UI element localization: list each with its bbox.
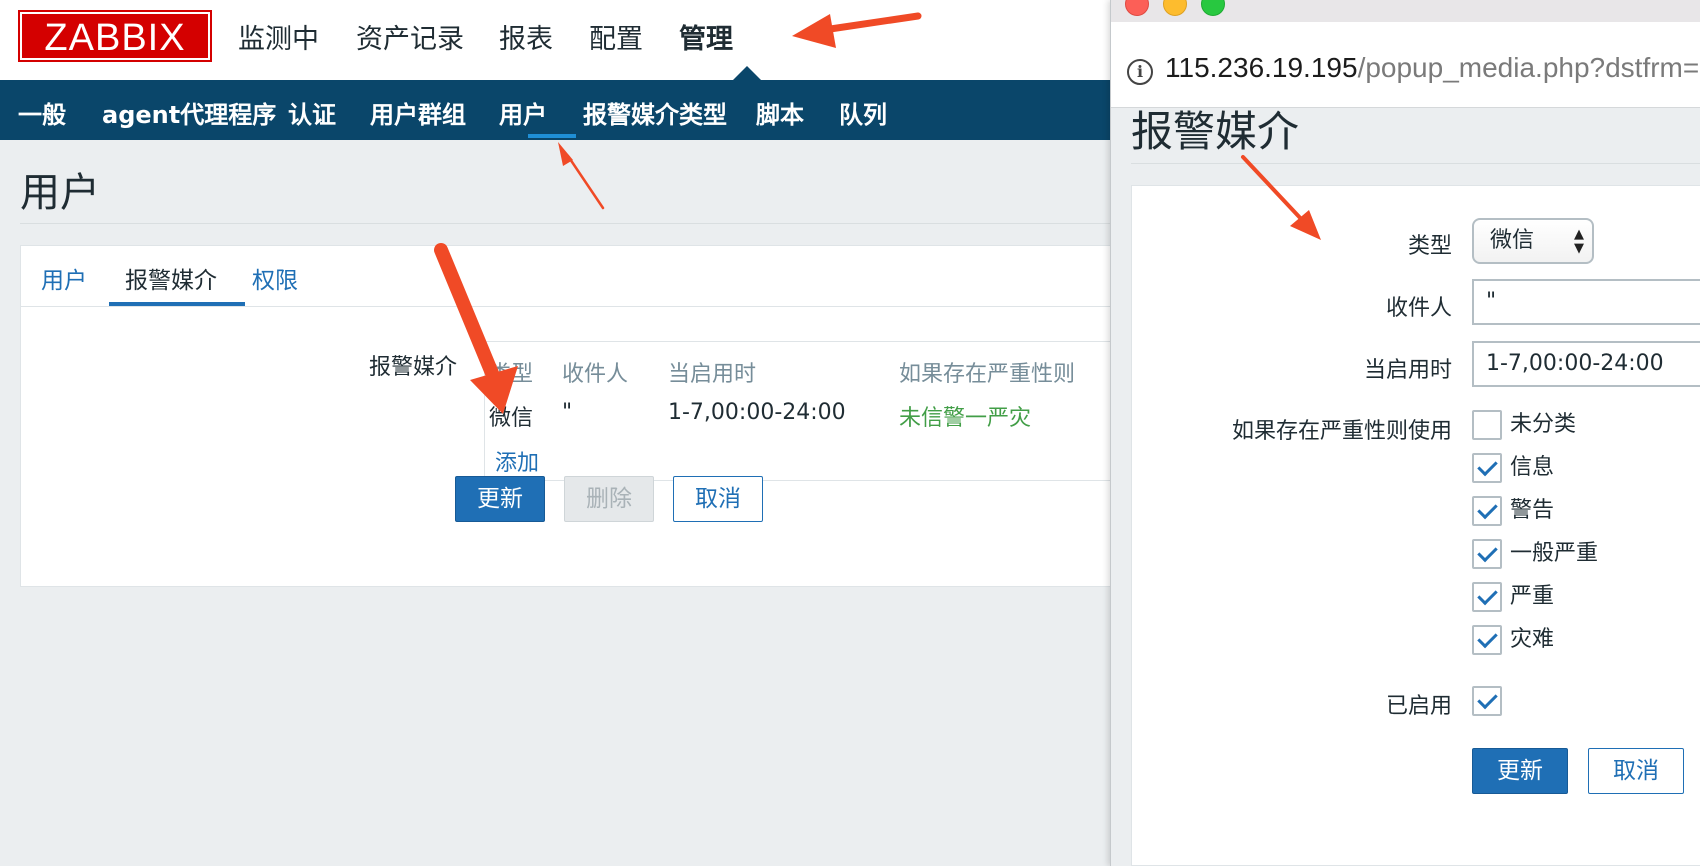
sendto-label: 收件人 xyxy=(1385,296,1452,321)
severity-option-label: 信息 xyxy=(1510,455,1555,480)
page-title: 用户 xyxy=(20,170,100,216)
divider xyxy=(21,306,1116,307)
checkbox-checked[interactable] xyxy=(1472,686,1502,716)
close-window-icon[interactable] xyxy=(1125,0,1149,16)
subnav-media-types[interactable]: 报警媒介类型 xyxy=(583,95,727,130)
tab-permissions[interactable]: 权限 xyxy=(252,261,298,295)
enabled-label: 已启用 xyxy=(1385,694,1452,719)
minimize-window-icon[interactable] xyxy=(1163,0,1187,16)
checkbox-checked[interactable] xyxy=(1472,539,1502,569)
checkbox-checked[interactable] xyxy=(1472,582,1502,612)
nav-reports[interactable]: 报表 xyxy=(499,17,553,56)
type-label: 类型 xyxy=(1407,234,1452,259)
subnav-users[interactable]: 用户 xyxy=(499,95,547,130)
top-header: ZABBIX 监测中 资产记录 报表 配置 管理 xyxy=(0,0,1115,80)
table-header-recipient: 收件人 xyxy=(562,362,629,387)
severity-option-label: 警告 xyxy=(1510,498,1555,523)
url-path: /popup_media.php?dstfrm= xyxy=(1357,52,1700,83)
cell-type: 微信 xyxy=(489,406,534,431)
subnav-queue[interactable]: 队列 xyxy=(839,95,887,130)
subnav-user-groups[interactable]: 用户群组 xyxy=(370,95,466,130)
checkbox-checked[interactable] xyxy=(1472,625,1502,655)
media-popup-window: i 115.236.19.195/popup_media.php?dstfrm=… xyxy=(1110,0,1700,866)
subnav-general[interactable]: 一般 xyxy=(18,95,66,130)
annotation-arrow-users xyxy=(558,142,605,210)
table-header-type: 类型 xyxy=(489,362,534,387)
checkbox-checked[interactable] xyxy=(1472,453,1502,483)
select-arrows-icon: ▲ ▼ xyxy=(1574,227,1584,256)
type-select-value: 微信 xyxy=(1490,228,1535,253)
severity-label: 如果存在严重性则使用 xyxy=(1231,419,1452,444)
sendto-input[interactable]: " xyxy=(1472,279,1700,325)
severity-option-label: 未分类 xyxy=(1510,412,1577,437)
add-media-link[interactable]: 添加 xyxy=(495,445,540,479)
media-table: 类型 收件人 当启用时 如果存在严重性则 微信 " 1-7,00:00-24:0… xyxy=(484,341,1116,481)
media-section-label: 报警媒介 xyxy=(369,355,458,380)
cell-when-active: 1-7,00:00-24:00 xyxy=(668,400,846,425)
zabbix-logo[interactable]: ZABBIX xyxy=(18,10,212,62)
period-input[interactable]: 1-7,00:00-24:00 xyxy=(1472,341,1700,387)
active-nav-caret xyxy=(733,66,761,80)
subnav-proxies[interactable]: agent代理程序 xyxy=(102,95,276,130)
subnav-authentication[interactable]: 认证 xyxy=(288,95,336,130)
type-select[interactable]: 微信 ▲ ▼ xyxy=(1472,218,1594,264)
checkbox[interactable] xyxy=(1472,410,1502,440)
severity-option-label: 一般严重 xyxy=(1510,541,1599,566)
nav-administration[interactable]: 管理 xyxy=(679,17,733,56)
nav-configuration[interactable]: 配置 xyxy=(589,17,643,56)
user-form-panel: 用户 报警媒介 权限 报警媒介 类型 收件人 当启用时 如果存在严重性则 微信 … xyxy=(20,245,1116,587)
cell-recipient: " xyxy=(562,400,573,425)
subnav-active-indicator xyxy=(528,134,576,138)
tab-media[interactable]: 报警媒介 xyxy=(125,261,217,295)
tab-user[interactable]: 用户 xyxy=(41,261,87,295)
url-host: 115.236.19.195 xyxy=(1165,52,1358,83)
window-titlebar xyxy=(1111,0,1700,22)
subnav-scripts[interactable]: 脚本 xyxy=(756,95,804,130)
popup-title: 报警媒介 xyxy=(1131,107,1300,156)
checkbox-checked[interactable] xyxy=(1472,496,1502,526)
cancel-button[interactable]: 取消 xyxy=(673,476,763,522)
url-text[interactable]: 115.236.19.195/popup_media.php?dstfrm= xyxy=(1165,52,1699,84)
delete-button: 删除 xyxy=(564,476,654,522)
update-button[interactable]: 更新 xyxy=(455,476,545,522)
sub-navigation: 一般 agent代理程序 认证 用户群组 用户 报警媒介类型 脚本 队列 xyxy=(0,80,1115,140)
popup-update-button[interactable]: 更新 xyxy=(1472,748,1568,794)
nav-monitoring[interactable]: 监测中 xyxy=(238,17,319,56)
table-header-severity: 如果存在严重性则 xyxy=(899,362,1076,387)
media-form: 类型 微信 ▲ ▼ 收件人 " 当启用时 1-7,00:00-24:00 如果存在… xyxy=(1131,185,1700,866)
cell-severity: 未信警一严灾 xyxy=(899,406,1032,431)
period-label: 当启用时 xyxy=(1363,358,1452,383)
severity-option-label: 灾难 xyxy=(1510,627,1555,652)
info-icon[interactable]: i xyxy=(1127,59,1153,85)
divider xyxy=(1131,163,1700,164)
divider xyxy=(20,223,1115,224)
severity-option-label: 严重 xyxy=(1510,584,1555,609)
address-bar[interactable]: i 115.236.19.195/popup_media.php?dstfrm= xyxy=(1111,22,1700,108)
popup-cancel-button[interactable]: 取消 xyxy=(1588,748,1684,794)
table-header-when-active: 当启用时 xyxy=(668,362,757,387)
maximize-window-icon[interactable] xyxy=(1201,0,1225,16)
nav-inventory[interactable]: 资产记录 xyxy=(356,17,464,56)
